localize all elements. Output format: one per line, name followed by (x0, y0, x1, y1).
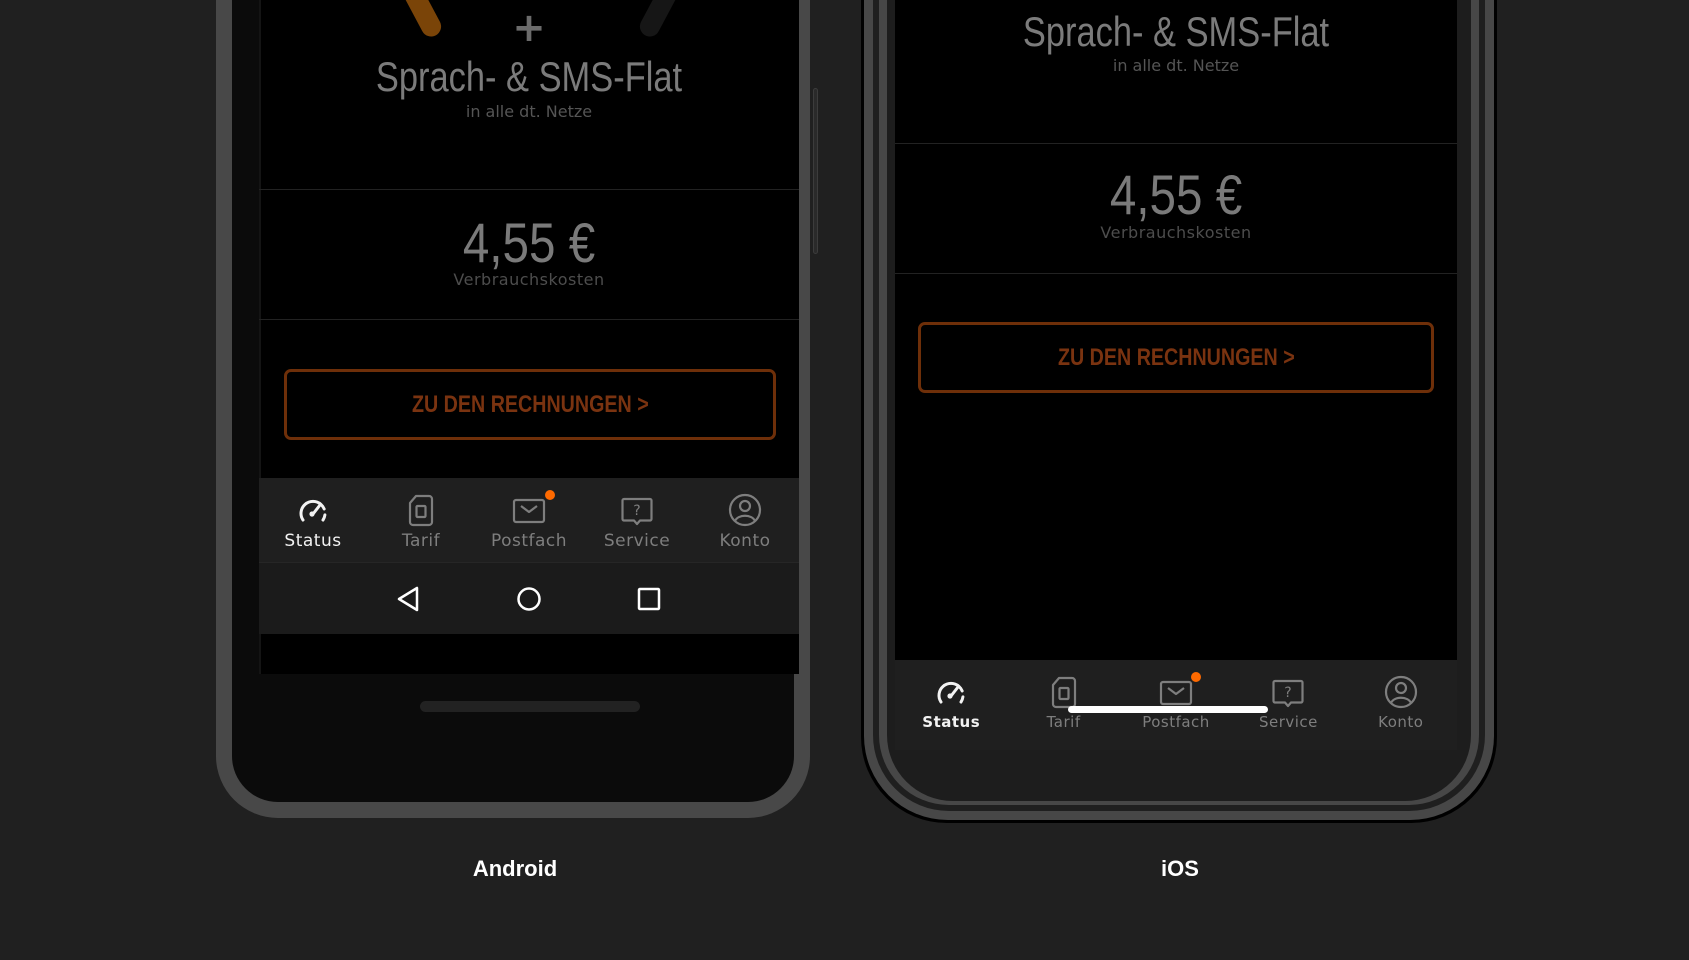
cost-label: Verbrauchskosten (453, 270, 605, 289)
back-triangle-icon[interactable] (395, 585, 423, 613)
tab-status[interactable]: Status (259, 478, 367, 562)
help-bubble-icon: ? (1272, 679, 1305, 708)
tab-label: Tarif (1046, 713, 1081, 731)
tab-tarif[interactable]: Tarif (1007, 660, 1119, 750)
android-tab-bar: Status Tarif Postfach ? Service Konto (259, 478, 799, 562)
ios-tab-bar: Status Tarif Postfach ? Service Konto (895, 660, 1457, 750)
tab-konto[interactable]: Konto (691, 478, 799, 562)
divider (259, 319, 799, 320)
svg-text:?: ? (633, 503, 640, 519)
android-side-button (813, 88, 818, 254)
cost-label: Verbrauchskosten (1100, 223, 1252, 242)
tab-label: Konto (719, 531, 771, 551)
svg-text:?: ? (1285, 685, 1292, 701)
speedometer-icon (299, 499, 327, 522)
speedometer-icon (937, 681, 965, 704)
sim-card-icon (1051, 676, 1076, 709)
plus-icon: + (512, 5, 546, 51)
android-caption: Android (472, 856, 558, 881)
ios-caption: iOS (1161, 856, 1199, 881)
tab-konto[interactable]: Konto (1345, 660, 1457, 750)
tab-label: Status (922, 713, 981, 731)
invoices-button[interactable]: ZU DEN RECHNUNGEN > (284, 369, 776, 440)
tab-label: Postfach (1142, 713, 1210, 731)
tab-label: Service (1258, 713, 1318, 731)
user-circle-icon (728, 493, 762, 527)
plan-title: Sprach- & SMS-Flat (375, 53, 683, 100)
cost-amount: 4,55 € (462, 211, 596, 274)
divider (259, 189, 799, 190)
android-screen: + Sprach- & SMS-Flat in alle dt. Netze 4… (259, 0, 799, 674)
home-circle-icon[interactable] (515, 585, 543, 613)
tab-tarif[interactable]: Tarif (367, 478, 475, 562)
help-bubble-icon: ? (621, 497, 653, 526)
divider (895, 143, 1457, 144)
tab-label: Konto (1378, 713, 1424, 731)
notification-badge (1190, 672, 1201, 682)
tab-postfach[interactable]: Postfach (475, 478, 583, 562)
mail-icon (512, 498, 546, 524)
ios-home-indicator[interactable] (1068, 706, 1268, 713)
plan-title: Sprach- & SMS-Flat (1022, 8, 1330, 55)
recents-square-icon[interactable] (635, 585, 663, 613)
ios-body: Sprach- & SMS-Flat in alle dt. Netze 4,5… (887, 0, 1471, 801)
invoices-button[interactable]: ZU DEN RECHNUNGEN > (918, 322, 1434, 393)
divider (895, 273, 1457, 274)
tab-service[interactable]: ? Service (583, 478, 691, 562)
tab-service[interactable]: ? Service (1232, 660, 1344, 750)
ios-phone-frame: Sprach- & SMS-Flat in alle dt. Netze 4,5… (861, 0, 1497, 823)
mail-icon (1159, 680, 1193, 706)
android-system-nav (259, 562, 799, 634)
tab-label: Postfach (490, 531, 568, 551)
plan-subtitle: in alle dt. Netze (1112, 56, 1240, 75)
tab-label: Service (603, 531, 671, 551)
plan-subtitle: in alle dt. Netze (465, 102, 593, 121)
notification-badge (545, 490, 555, 500)
ios-screen: Sprach- & SMS-Flat in alle dt. Netze 4,5… (895, 0, 1457, 660)
tab-postfach[interactable]: Postfach (1120, 660, 1232, 750)
tab-label: Status (284, 531, 342, 551)
android-home-indicator (420, 701, 640, 712)
tab-status[interactable]: Status (895, 660, 1007, 750)
tab-label: Tarif (401, 531, 441, 551)
user-circle-icon (1384, 675, 1417, 709)
cost-amount: 4,55 € (1109, 163, 1243, 226)
comparison-stage: + Sprach- & SMS-Flat in alle dt. Netze 4… (0, 0, 1689, 960)
android-phone-frame: + Sprach- & SMS-Flat in alle dt. Netze 4… (216, 0, 818, 818)
sim-card-icon (408, 494, 434, 527)
